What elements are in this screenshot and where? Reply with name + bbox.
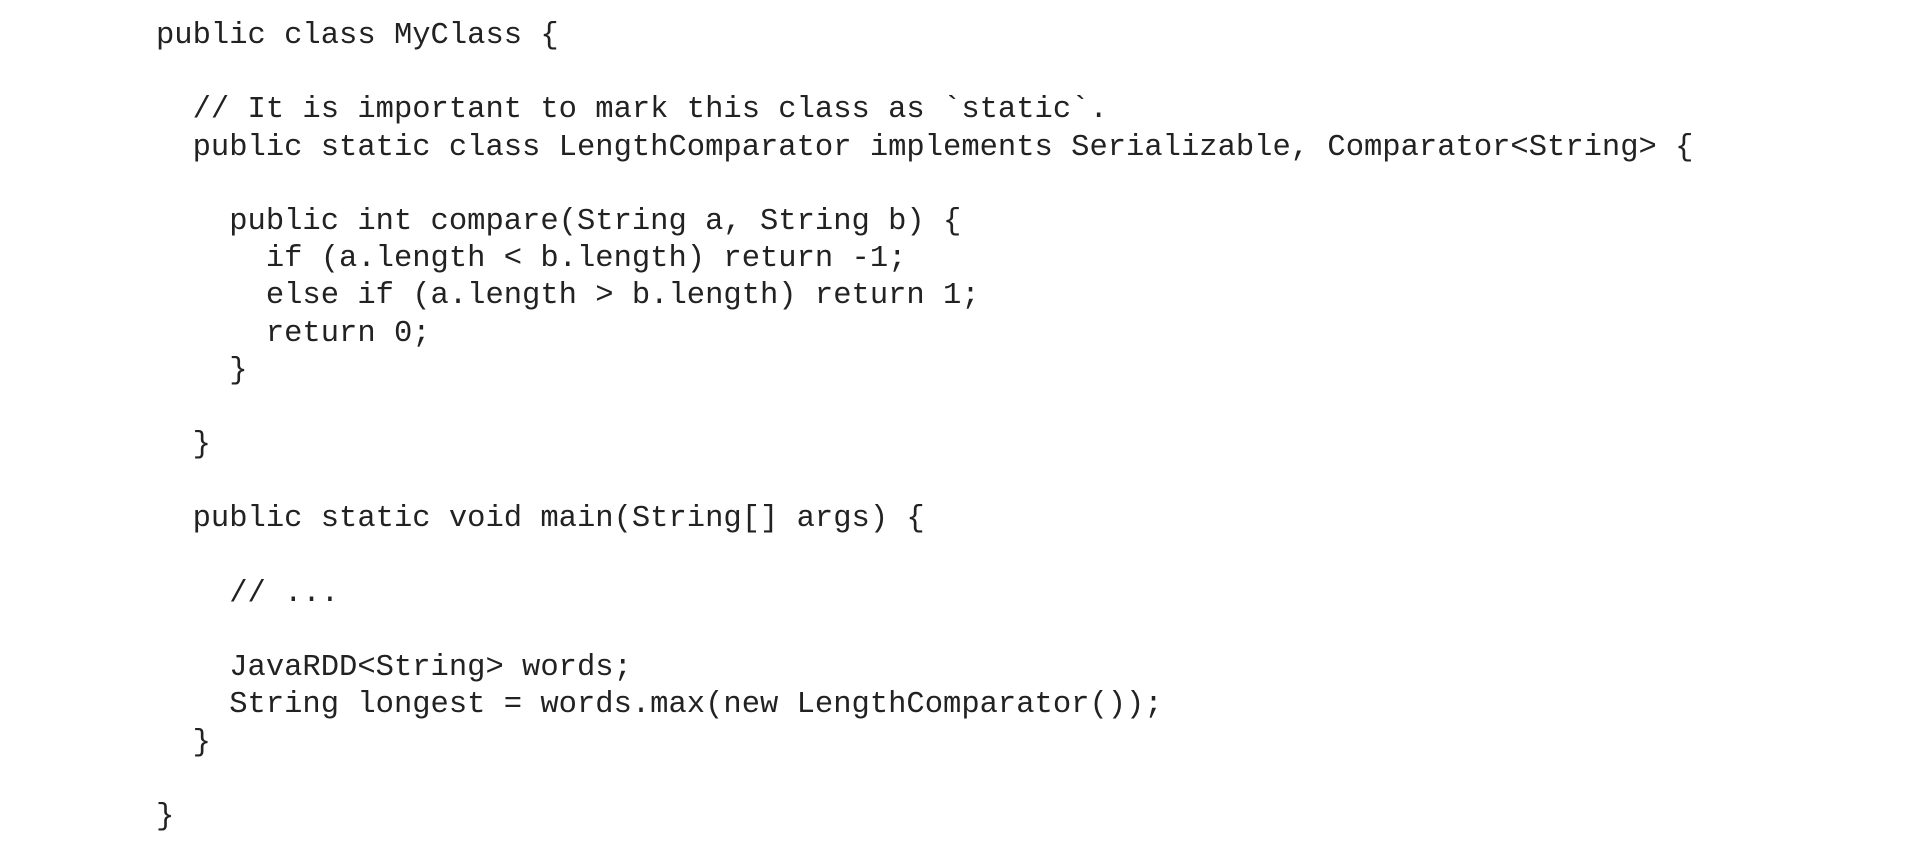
code-comment-line: // It is important to mark this class as… — [156, 93, 1108, 128]
code-line: } — [156, 725, 211, 760]
code-line: public static void main(String[] args) { — [156, 502, 925, 537]
code-line: JavaRDD<String> words; — [156, 651, 632, 686]
code-line: else if (a.length > b.length) return 1; — [156, 279, 980, 314]
code-line: } — [156, 428, 211, 463]
code-line: public int compare(String a, String b) { — [156, 204, 962, 239]
code-line: return 0; — [156, 316, 431, 351]
code-line: String longest = words.max(new LengthCom… — [156, 688, 1163, 723]
code-line: } — [156, 353, 248, 388]
code-line: public class MyClass { — [156, 19, 559, 53]
code-line: if (a.length < b.length) return -1; — [156, 242, 907, 277]
code-block: public class MyClass { // It is importan… — [156, 18, 1693, 836]
code-line: public static class LengthComparator imp… — [156, 130, 1694, 165]
code-line: } — [156, 799, 175, 834]
code-comment-line: // ... — [156, 576, 340, 611]
